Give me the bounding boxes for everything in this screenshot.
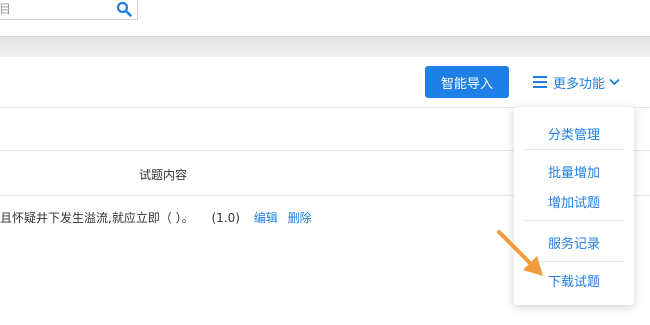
menu-divider <box>524 220 624 221</box>
menu-divider <box>524 149 624 150</box>
menu-item-category-management[interactable]: 分类管理 <box>514 124 634 143</box>
top-bar: 目 <box>0 0 650 37</box>
question-text: 且怀疑井下发生溢流,就应立即（ ）。 <box>0 211 194 225</box>
chevron-down-icon <box>609 78 620 86</box>
menu-item-batch-add[interactable]: 批量增加 <box>514 162 634 181</box>
smart-import-button[interactable]: 智能导入 <box>425 66 509 98</box>
search-input-text: 目 <box>0 2 12 16</box>
search-input[interactable]: 目 <box>0 0 138 20</box>
question-score: (1.0) <box>211 211 240 225</box>
column-header-content: 试题内容 <box>139 168 188 182</box>
more-functions-label: 更多功能 <box>553 76 606 92</box>
pointer-arrow-icon <box>495 228 547 282</box>
edit-link[interactable]: 编辑 <box>254 211 278 225</box>
search-icon[interactable] <box>115 0 133 18</box>
page-gap <box>0 37 650 57</box>
menu-item-add-question[interactable]: 增加试题 <box>514 192 634 211</box>
menu-icon <box>533 76 547 88</box>
more-functions-button[interactable]: 更多功能 <box>533 71 620 93</box>
delete-link[interactable]: 删除 <box>288 211 312 225</box>
table-row: 且怀疑井下发生溢流,就应立即（ ）。 (1.0) 编辑 删除 <box>0 209 312 226</box>
toolbar: 智能导入 更多功能 <box>0 57 650 108</box>
